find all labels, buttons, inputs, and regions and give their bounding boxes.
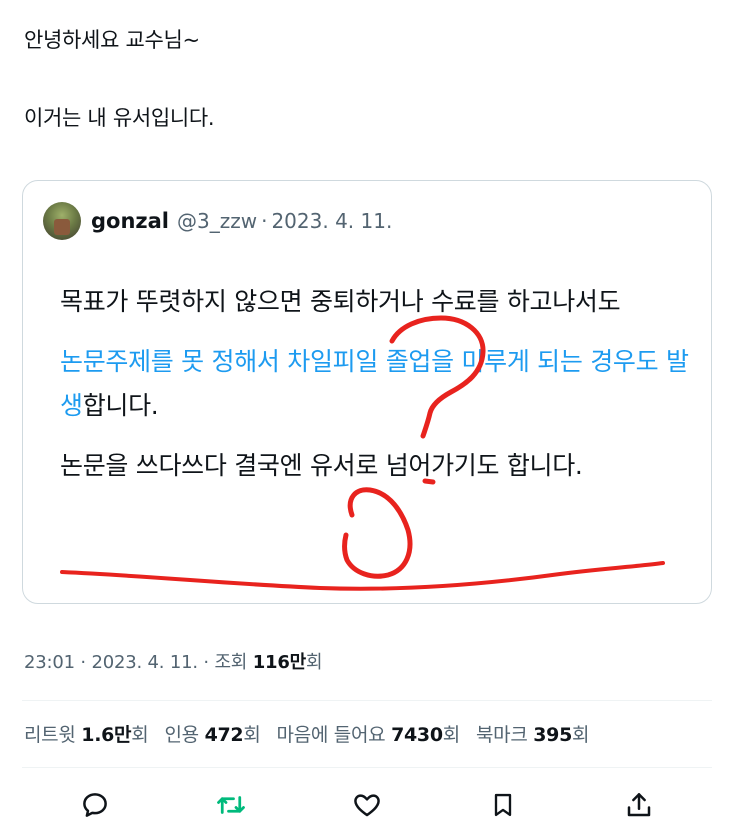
bookmark-icon [494,793,512,817]
reply-button[interactable] [73,783,117,827]
stat-retweets[interactable]: 리트윗 1.6만회 [24,720,149,747]
share-button[interactable] [617,783,661,827]
speech-bubble-icon [83,793,107,817]
share-icon [627,793,651,817]
quoted-paragraph-2: 논문주제를 못 정해서 차일피일 졸업을 미루게 되는 경우도 발생합니다. [60,340,700,428]
action-bar [0,783,735,827]
quoted-tweet-date[interactable]: 2023. 4. 11. [271,209,392,233]
quoted-paragraph-1: 목표가 뚜렷하지 않으면 중퇴하거나 수료를 하고나서도 [60,287,621,316]
engagement-stats: 리트윗 1.6만회 인용 472회 마음에 들어요 7430회 북마크 395회 [24,720,590,747]
views-unit: 회 [306,652,323,673]
meta-separator: · [203,652,209,673]
tweet-metadata: 23:01 · 2023. 4. 11. · 조회 116만회 [24,648,323,674]
header-separator: · [261,209,268,233]
views-label: 조회 [214,652,248,673]
tweet-date[interactable]: 2023. 4. 11. [91,652,198,673]
stat-likes[interactable]: 마음에 들어요 7430회 [277,720,461,747]
tweet-text-line-2: 이거는 내 유서입니다. [24,106,215,130]
quoted-tweet-card[interactable]: gonzal @3_zzw · 2023. 4. 11. 목표가 뚜렷하지 않으… [22,180,712,604]
tweet-time[interactable]: 23:01 [24,652,75,673]
divider [22,700,712,701]
retweet-icon [217,796,245,814]
quoted-tweet-body: 목표가 뚜렷하지 않으면 중퇴하거나 수료를 하고나서도 논문주제를 못 정해서… [60,280,700,488]
meta-separator: · [80,652,86,673]
tweet-text-line-1: 안녕하세요 교수님~ [24,28,200,52]
stat-quotes[interactable]: 인용 472회 [164,720,260,747]
retweet-button[interactable] [209,783,253,827]
heart-icon [354,794,380,817]
paragraph-2-tail: 합니다. [82,391,159,420]
avatar[interactable] [43,202,81,240]
stat-bookmarks[interactable]: 북마크 395회 [476,720,590,747]
like-button[interactable] [345,783,389,827]
quoted-tweet-header: gonzal @3_zzw · 2023. 4. 11. [43,201,392,241]
divider [22,767,712,768]
bookmark-button[interactable] [481,783,525,827]
quoted-author-name[interactable]: gonzal [91,209,169,233]
quoted-paragraph-3: 논문을 쓰다쓰다 결국엔 유서로 넘어가기도 합니다. [60,451,583,480]
views-count: 116만 [252,652,307,673]
quoted-author-handle[interactable]: @3_zzw [177,209,257,233]
